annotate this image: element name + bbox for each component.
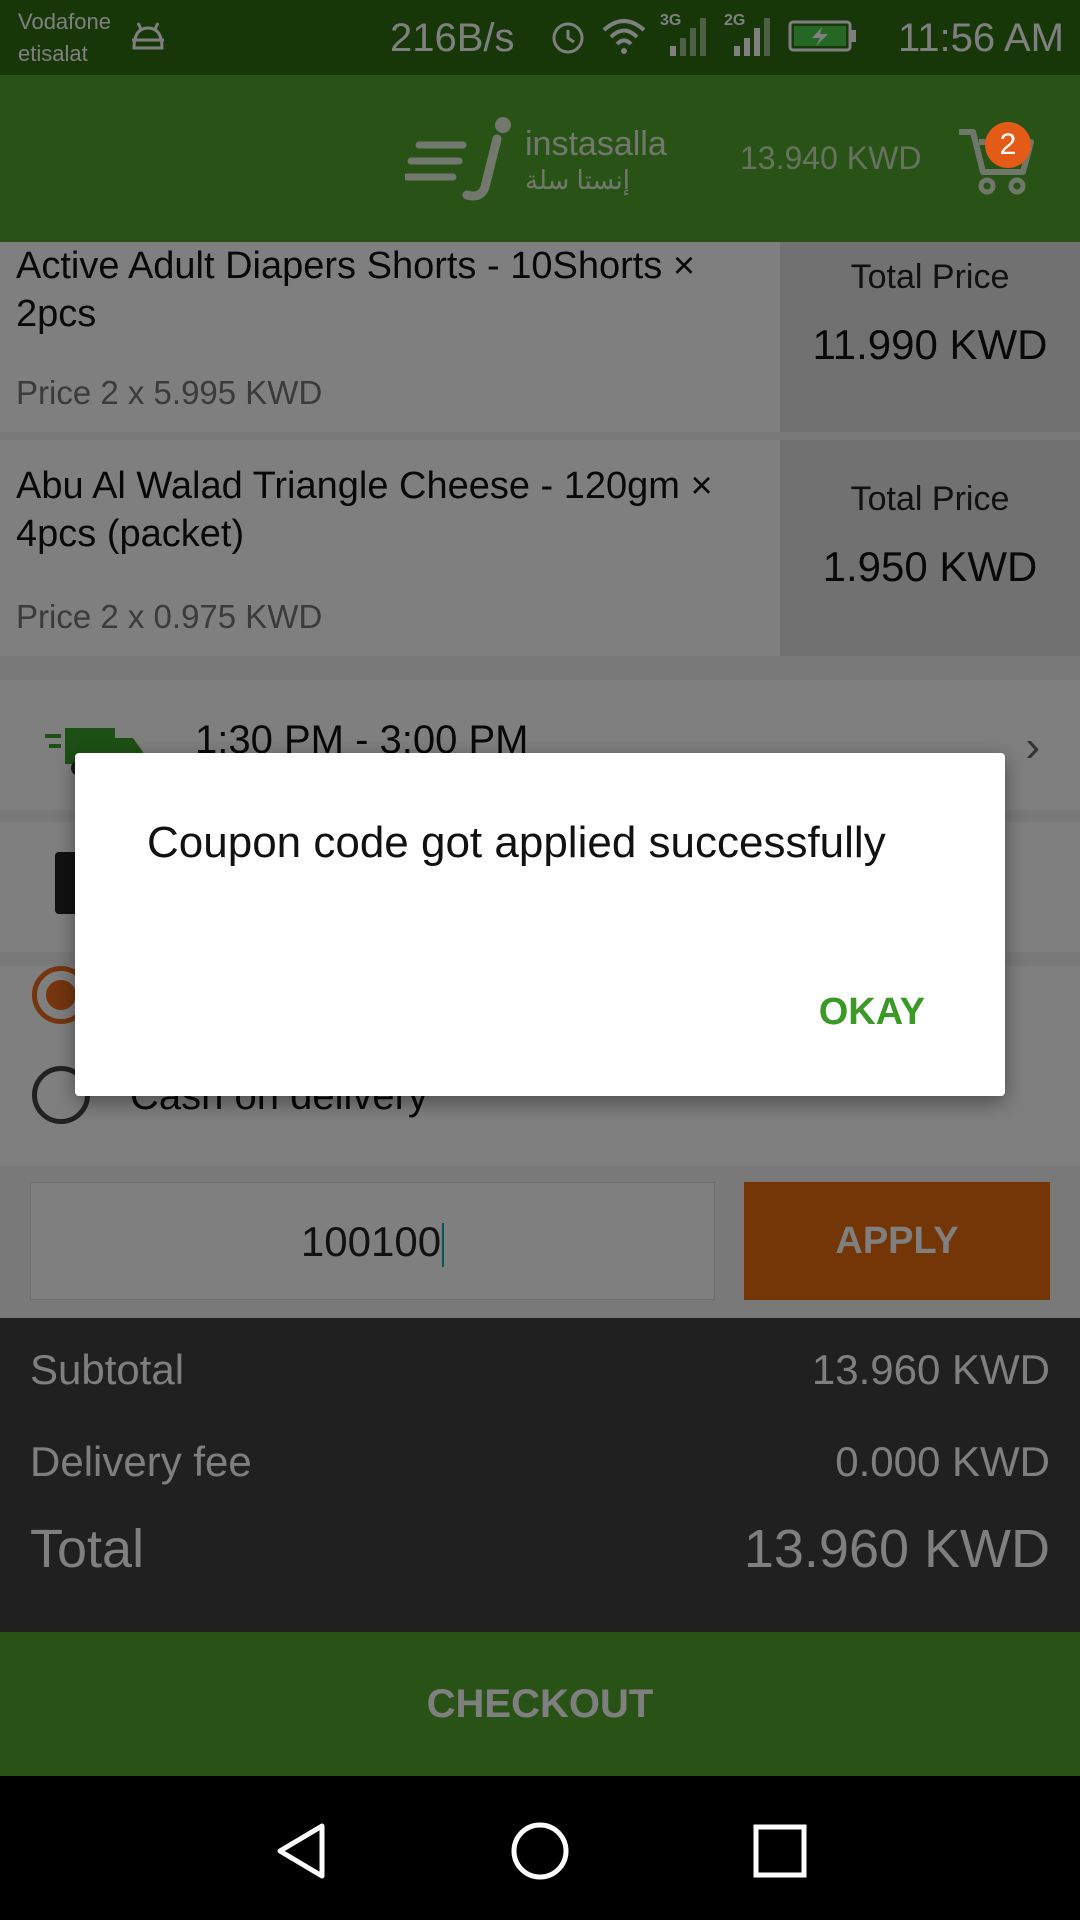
system-nav-bar bbox=[0, 1776, 1080, 1920]
back-icon[interactable] bbox=[260, 1816, 340, 1886]
okay-button[interactable]: OKAY bbox=[819, 991, 925, 1034]
recents-icon[interactable] bbox=[740, 1816, 820, 1886]
dialog-message: Coupon code got applied successfully bbox=[147, 818, 886, 867]
coupon-applied-dialog: Coupon code got applied successfully OKA… bbox=[75, 753, 1005, 1096]
home-icon[interactable] bbox=[500, 1816, 580, 1886]
cart-count-badge: 2 bbox=[985, 122, 1031, 168]
